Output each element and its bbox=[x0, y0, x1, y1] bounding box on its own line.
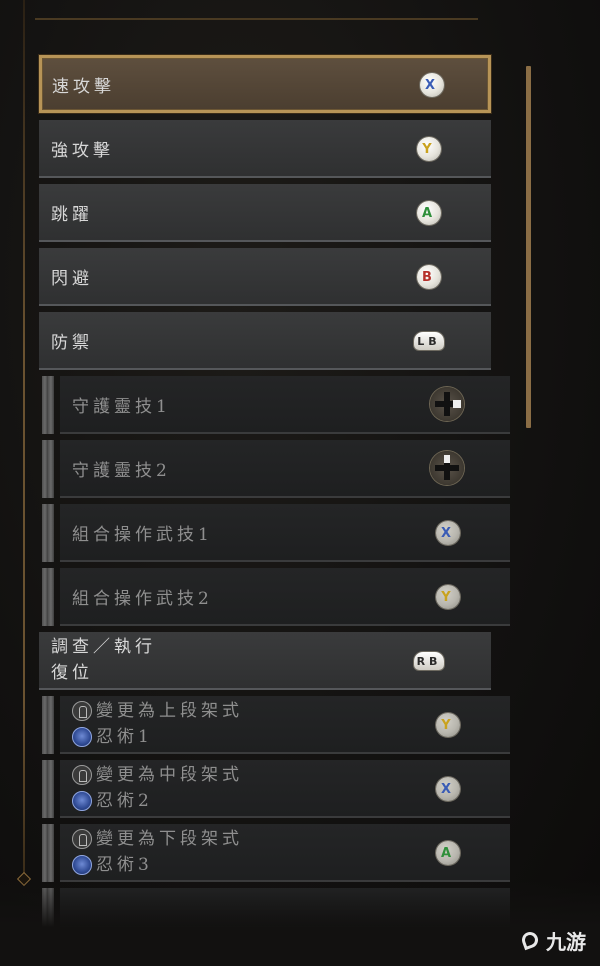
sub-row-body: 變更為下段架式 忍術3 A bbox=[60, 824, 510, 882]
binding-row-high-stance[interactable]: 變更為上段架式 忍術1 Y bbox=[42, 696, 510, 754]
sub-row-body: 組合操作武技1 X bbox=[60, 504, 510, 562]
y-button-icon: Y bbox=[417, 137, 441, 161]
frame-ornament-icon bbox=[16, 871, 32, 887]
label-line-2: 忍術3 bbox=[96, 855, 153, 875]
sub-row-body: 組合操作武技2 Y bbox=[60, 568, 510, 626]
binding-row-jump[interactable]: 跳躍 A bbox=[39, 184, 491, 242]
sub-row-body: 守護靈技2 bbox=[60, 440, 510, 498]
label-line-2: 忍術2 bbox=[96, 791, 153, 811]
binding-row-guard[interactable]: 防禦 LB bbox=[39, 312, 491, 370]
stance-icon bbox=[72, 829, 92, 849]
stance-icon bbox=[72, 765, 92, 785]
left-frame-line bbox=[23, 0, 25, 878]
binding-row-strong-attack[interactable]: 強攻擊 Y bbox=[39, 120, 491, 178]
binding-row-combo-skill-2[interactable]: 組合操作武技2 Y bbox=[42, 568, 510, 626]
x-button-icon: X bbox=[420, 73, 444, 97]
sub-row-body: 變更為中段架式 忍術2 X bbox=[60, 760, 510, 818]
sub-row-tab bbox=[42, 824, 54, 882]
button-glyph: A bbox=[440, 845, 456, 861]
b-button-icon: B bbox=[417, 265, 441, 289]
sub-row-tab bbox=[42, 376, 54, 434]
x-button-icon: X bbox=[436, 521, 460, 545]
binding-row-investigate-execute[interactable]: 調查／執行 復位 RB bbox=[39, 632, 491, 690]
binding-row-guardian-spirit-2[interactable]: 守護靈技2 bbox=[42, 440, 510, 498]
binding-row-dodge[interactable]: 閃避 B bbox=[39, 248, 491, 306]
binding-row-mid-stance[interactable]: 變更為中段架式 忍術2 X bbox=[42, 760, 510, 818]
sub-row-body: 變更為上段架式 忍術1 Y bbox=[60, 696, 510, 754]
top-frame-line bbox=[35, 18, 478, 20]
label-line-2: 忍術1 bbox=[96, 727, 153, 747]
button-glyph: Y bbox=[422, 141, 436, 157]
ninjutsu-icon bbox=[72, 727, 92, 747]
y-button-icon: Y bbox=[436, 585, 460, 609]
sub-row-tab bbox=[42, 504, 54, 562]
ninjutsu-icon bbox=[72, 855, 92, 875]
y-button-icon: Y bbox=[436, 713, 460, 737]
ninjutsu-icon bbox=[72, 791, 92, 811]
sub-row-tab bbox=[42, 696, 54, 754]
button-glyph: A bbox=[421, 205, 437, 221]
button-glyph: RB bbox=[416, 654, 442, 668]
sub-row-tab bbox=[42, 440, 54, 498]
button-glyph: B bbox=[422, 269, 436, 285]
dpad-right-icon bbox=[430, 387, 464, 421]
binding-row-combo-skill-1[interactable]: 組合操作武技1 X bbox=[42, 504, 510, 562]
button-glyph: X bbox=[440, 525, 456, 541]
button-glyph: X bbox=[424, 77, 440, 93]
a-button-icon: A bbox=[417, 201, 441, 225]
sub-row-tab bbox=[42, 760, 54, 818]
sub-row-tab bbox=[42, 888, 54, 928]
binding-row-partial[interactable] bbox=[42, 888, 510, 928]
rb-button-icon: RB bbox=[414, 652, 444, 670]
watermark-text: 九游 bbox=[546, 930, 586, 954]
label-line-1: 變更為下段架式 bbox=[96, 829, 243, 849]
button-glyph: Y bbox=[441, 717, 455, 733]
watermark-logo-icon bbox=[520, 930, 542, 952]
scrollbar[interactable] bbox=[526, 66, 531, 428]
stance-icon bbox=[72, 701, 92, 721]
lb-button-icon: LB bbox=[414, 332, 444, 350]
sub-row-body: 守護靈技1 bbox=[60, 376, 510, 434]
a-button-icon: A bbox=[436, 841, 460, 865]
sub-row-body bbox=[60, 888, 510, 928]
button-glyph: Y bbox=[441, 589, 455, 605]
binding-row-guardian-spirit-1[interactable]: 守護靈技1 bbox=[42, 376, 510, 434]
dpad-up-icon bbox=[430, 451, 464, 485]
button-glyph: LB bbox=[417, 334, 441, 348]
binding-row-low-stance[interactable]: 變更為下段架式 忍術3 A bbox=[42, 824, 510, 882]
sub-row-tab bbox=[42, 568, 54, 626]
label-line-1: 變更為中段架式 bbox=[96, 765, 243, 785]
binding-row-quick-attack[interactable]: 速攻擊 X bbox=[39, 55, 491, 113]
label-line-1: 變更為上段架式 bbox=[96, 701, 243, 721]
x-button-icon: X bbox=[436, 777, 460, 801]
watermark: 九游 bbox=[520, 926, 586, 955]
button-glyph: X bbox=[440, 781, 456, 797]
